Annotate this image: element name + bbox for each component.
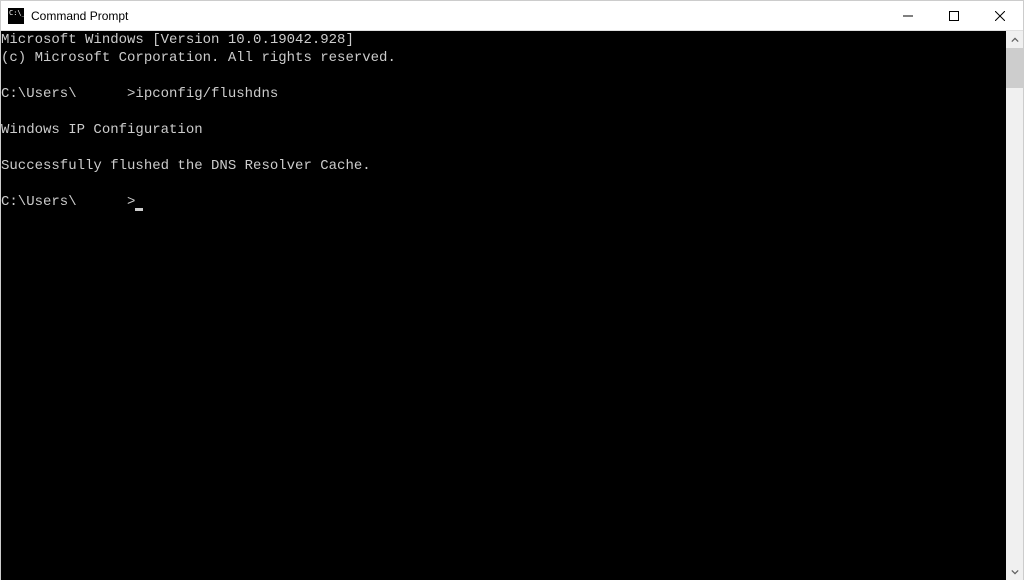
terminal-line: (c) Microsoft Corporation. All rights re…: [1, 49, 1006, 67]
terminal-line: Windows IP Configuration: [1, 121, 1006, 139]
close-button[interactable]: [977, 1, 1023, 31]
vertical-scrollbar[interactable]: [1006, 31, 1023, 580]
terminal-line: [1, 175, 1006, 193]
window-titlebar: Command Prompt: [1, 1, 1023, 31]
chevron-down-icon: [1011, 568, 1019, 576]
close-icon: [995, 11, 1005, 21]
minimize-button[interactable]: [885, 1, 931, 31]
window-title: Command Prompt: [31, 9, 128, 23]
minimize-icon: [903, 11, 913, 21]
terminal-line: Microsoft Windows [Version 10.0.19042.92…: [1, 31, 1006, 49]
terminal-cursor: [135, 208, 143, 211]
maximize-button[interactable]: [931, 1, 977, 31]
scrollbar-down-button[interactable]: [1006, 563, 1023, 580]
terminal-line: C:\Users\ >: [1, 193, 1006, 211]
terminal-line: [1, 139, 1006, 157]
cmd-icon: [8, 8, 24, 24]
content-area: Microsoft Windows [Version 10.0.19042.92…: [1, 31, 1023, 580]
terminal-line: Successfully flushed the DNS Resolver Ca…: [1, 157, 1006, 175]
scrollbar-thumb[interactable]: [1006, 48, 1023, 88]
terminal-output[interactable]: Microsoft Windows [Version 10.0.19042.92…: [1, 31, 1006, 580]
terminal-line: C:\Users\ >ipconfig/flushdns: [1, 85, 1006, 103]
terminal-line: [1, 67, 1006, 85]
chevron-up-icon: [1011, 36, 1019, 44]
scrollbar-up-button[interactable]: [1006, 31, 1023, 48]
maximize-icon: [949, 11, 959, 21]
terminal-line: [1, 103, 1006, 121]
